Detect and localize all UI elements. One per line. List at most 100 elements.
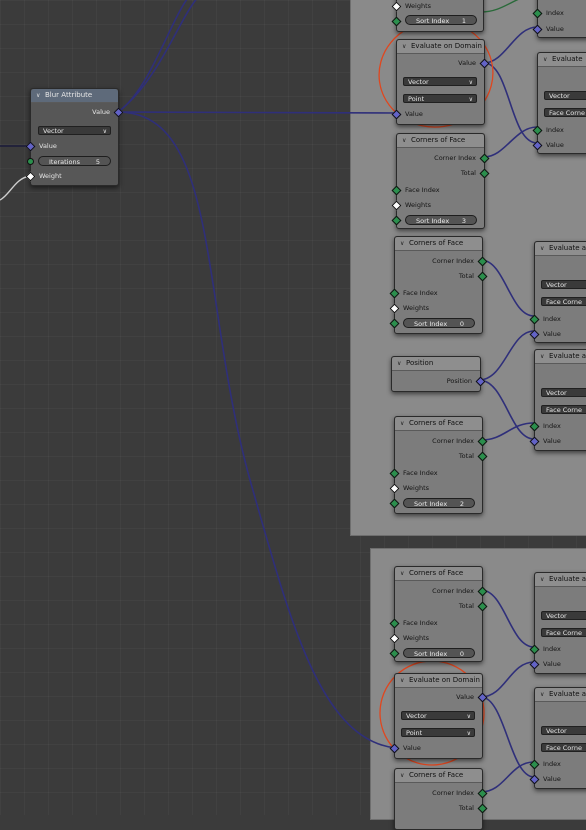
evaluate-node-partial-4[interactable]: ∨ Evaluate a Vector Face Corne Index Valu… <box>529 572 586 674</box>
link-corners1-to-right <box>483 126 538 158</box>
field-label: Sort Index <box>416 217 450 225</box>
node-header[interactable]: ∨ Blur Attribute <box>31 89 118 103</box>
total-label: Total <box>458 602 474 610</box>
domain-dropdown[interactable]: Face Corne <box>541 628 586 637</box>
node-header[interactable]: ∨ Evaluate on Domain <box>395 674 482 688</box>
collapse-chevron-icon[interactable]: ∨ <box>400 417 409 430</box>
data-type-dropdown[interactable]: Vector ∨ <box>403 77 477 86</box>
data-type-dropdown[interactable]: Vector ∨ <box>38 126 111 135</box>
collapse-chevron-icon[interactable]: ∨ <box>400 674 409 687</box>
node-title: Evaluate a <box>549 690 586 698</box>
node-title: Evaluate on Domain <box>411 42 482 50</box>
collapse-chevron-icon[interactable]: ∨ <box>543 53 552 66</box>
node-title: Evaluate a <box>549 244 586 252</box>
node-header[interactable]: ∨ Corners of Face <box>395 769 482 783</box>
node-header[interactable]: ∨ Corners of Face <box>397 134 484 148</box>
position-node[interactable]: ∨ Position Position <box>391 356 486 392</box>
domain-dropdown[interactable]: Face Corne <box>541 297 586 306</box>
node-header[interactable]: ∨ Corners of Face <box>395 567 482 581</box>
input-socket-integer[interactable] <box>27 158 34 165</box>
collapse-chevron-icon[interactable]: ∨ <box>400 769 409 782</box>
collapse-chevron-icon[interactable]: ∨ <box>540 688 549 701</box>
node-title: Evaluate a <box>549 352 586 360</box>
dropdown-value: Face Corne <box>549 109 585 117</box>
corners-of-face-node-4[interactable]: ∨ Corners of Face Corner Index Total Face… <box>389 566 488 662</box>
collapse-chevron-icon[interactable]: ∨ <box>540 350 549 363</box>
collapse-chevron-icon[interactable]: ∨ <box>400 237 409 250</box>
dropdown-value: Vector <box>549 92 570 100</box>
dropdown-value: Face Corne <box>546 629 582 637</box>
collapse-chevron-icon[interactable]: ∨ <box>540 573 549 586</box>
data-type-dropdown[interactable]: Vector <box>541 726 586 735</box>
collapse-chevron-icon[interactable]: ∨ <box>402 40 411 53</box>
evaluate-node-partial-5[interactable]: ∨ Evaluate a Vector Face Corne Index Valu… <box>529 687 586 789</box>
node-header[interactable]: ∨ Evaluate a <box>535 573 586 587</box>
link-blur-to-eval-top <box>117 111 397 114</box>
evaluate-node-partial-3[interactable]: ∨ Evaluate a Vector Face Corne Index Valu… <box>529 349 586 451</box>
data-type-dropdown[interactable]: Vector <box>541 280 586 289</box>
weights-label: Weights <box>405 201 432 209</box>
link-corners2-to-right <box>480 259 535 317</box>
link-left-in-weight <box>0 175 31 201</box>
field-label: Sort Index <box>414 320 448 328</box>
node-header[interactable]: ∨ Evaluate <box>538 53 586 67</box>
chevron-down-icon: ∨ <box>468 79 473 86</box>
corners-of-face-node-3[interactable]: ∨ Corners of Face Corner Index Total Face… <box>389 416 488 514</box>
collapse-chevron-icon[interactable]: ∨ <box>36 89 45 102</box>
weights-label: Weights <box>405 2 432 10</box>
evaluate-node-partial-1[interactable]: ∨ Evaluate Vector Face Corne Index Value <box>532 52 586 154</box>
evaluate-on-domain-node-top[interactable]: ∨ Evaluate on Domain Value Vector ∨ Point ∨… <box>391 39 490 125</box>
node-header[interactable]: ∨ Evaluate a <box>535 242 586 256</box>
field-value: 0 <box>459 320 464 328</box>
node-title: Evaluate a <box>549 575 586 583</box>
node-editor-canvas[interactable]: ∨ Blur Attribute Value Vector ∨ Value Iter… <box>0 0 586 830</box>
domain-dropdown[interactable]: Point ∨ <box>403 94 477 103</box>
domain-dropdown[interactable]: Face Corne <box>541 405 586 414</box>
node-title: Blur Attribute <box>45 91 93 99</box>
blur-attribute-node[interactable]: ∨ Blur Attribute Value Vector ∨ Value Iter… <box>25 88 124 186</box>
total-label: Total <box>458 272 474 280</box>
collapse-chevron-icon[interactable]: ∨ <box>400 567 409 580</box>
corners-of-face-node-2[interactable]: ∨ Corners of Face Corner Index Total Face… <box>389 236 488 334</box>
domain-dropdown[interactable]: Point ∨ <box>401 728 475 737</box>
data-type-dropdown[interactable]: Vector <box>541 611 586 620</box>
sort-index-field[interactable]: Sort Index 0 <box>403 648 475 658</box>
node-header[interactable]: ∨ Corners of Face <box>395 417 482 431</box>
data-type-dropdown[interactable]: Vector <box>544 91 586 100</box>
corners-of-face-node-5[interactable]: ∨ Corners of Face Corner Index Total <box>394 768 488 830</box>
evaluate-on-domain-node-bottom[interactable]: ∨ Evaluate on Domain Value Vector ∨ Point ∨… <box>389 673 488 759</box>
iterations-field[interactable]: Iterations 5 <box>38 156 111 166</box>
sort-index-field[interactable]: Sort Index 2 <box>403 498 475 508</box>
face-index-label: Face Index <box>403 289 438 297</box>
data-type-dropdown[interactable]: Vector <box>541 388 586 397</box>
link-int-top <box>480 0 519 13</box>
link-position-to-right-1 <box>478 330 535 381</box>
node-header[interactable]: ∨ Position <box>392 357 480 371</box>
collapse-chevron-icon[interactable]: ∨ <box>402 134 411 147</box>
collapse-chevron-icon[interactable]: ∨ <box>397 357 406 370</box>
corners-of-face-node-1[interactable]: ∨ Corners of Face Corner Index Total Face… <box>391 133 490 229</box>
domain-dropdown[interactable]: Face Corne <box>541 743 586 752</box>
data-type-dropdown[interactable]: Vector ∨ <box>401 711 475 720</box>
node-header[interactable]: ∨ Evaluate a <box>535 688 586 702</box>
link-blur-to-offscreen-1 <box>117 0 188 113</box>
corners-of-face-node-top[interactable]: Weights Sort Index 1 <box>391 0 484 32</box>
evaluate-node-partial-2[interactable]: ∨ Evaluate a Vector Face Corne Index Valu… <box>529 241 586 343</box>
domain-dropdown[interactable]: Face Corne <box>544 108 586 117</box>
node-title: Corners of Face <box>409 419 464 427</box>
chevron-down-icon: ∨ <box>466 730 471 737</box>
input-value-label: Value <box>39 142 57 150</box>
dropdown-value: Vector <box>43 127 64 135</box>
evaluate-node-partial-top[interactable]: Index Value <box>532 0 586 38</box>
node-header[interactable]: ∨ Evaluate a <box>535 350 586 364</box>
node-header[interactable]: ∨ Corners of Face <box>395 237 482 251</box>
index-label: Index <box>546 9 564 17</box>
collapse-chevron-icon[interactable]: ∨ <box>540 242 549 255</box>
node-header[interactable]: ∨ Evaluate on Domain <box>397 40 484 54</box>
sort-index-field[interactable]: Sort Index 1 <box>405 15 477 25</box>
dropdown-value: Vector <box>546 389 567 397</box>
sort-index-field[interactable]: Sort Index 3 <box>405 215 477 225</box>
sort-index-field[interactable]: Sort Index 0 <box>403 318 475 328</box>
chevron-down-icon: ∨ <box>466 713 471 720</box>
field-label: Sort Index <box>414 650 448 658</box>
